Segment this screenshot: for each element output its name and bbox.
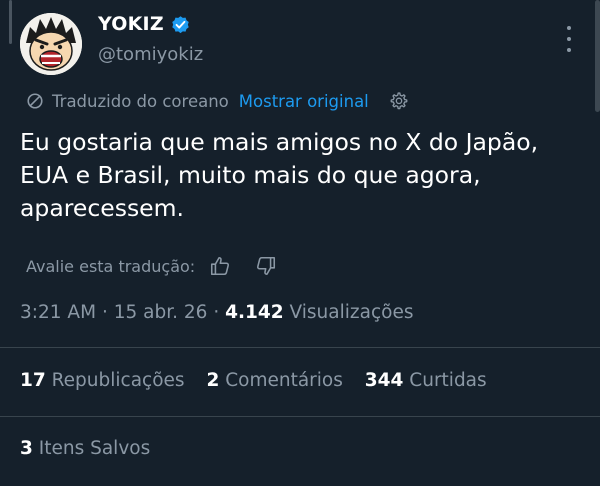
thumbs-down-icon[interactable] <box>255 255 277 277</box>
more-options-button[interactable] <box>561 26 577 52</box>
comments-stat[interactable]: 2 Comentários <box>206 370 342 391</box>
avatar-cartoon-face-icon <box>20 13 82 75</box>
views-label: Visualizações <box>289 302 414 323</box>
more-vertical-icon <box>567 26 571 30</box>
more-dot <box>567 37 571 41</box>
likes-stat[interactable]: 344 Curtidas <box>365 370 487 391</box>
more-dot <box>567 48 571 52</box>
author-name-row[interactable]: YOKIZ <box>98 13 191 35</box>
engagement-stats: 17 Republicações 2 Comentários 344 Curti… <box>20 370 503 391</box>
translation-bar: Traduzido do coreano Mostrar original <box>26 89 409 113</box>
likes-label: Curtidas <box>409 370 487 391</box>
saves-stat[interactable]: 3 Itens Salvos <box>20 438 150 459</box>
post-meta: 3:21 AM · 15 abr. 26 · 4.142 Visualizaçõ… <box>20 302 413 323</box>
reposts-label: Republicações <box>51 370 185 391</box>
comments-count: 2 <box>206 370 220 391</box>
show-original-link[interactable]: Mostrar original <box>239 92 369 111</box>
author-display-name[interactable]: YOKIZ <box>98 13 164 35</box>
divider <box>0 416 600 417</box>
post-time[interactable]: 3:21 AM <box>20 302 96 323</box>
thread-connector-line <box>9 0 12 44</box>
translation-rating: Avalie esta tradução: <box>26 253 277 279</box>
verified-badge-icon <box>172 15 189 33</box>
gear-icon[interactable] <box>389 91 409 111</box>
author-handle[interactable]: @tomiyokiz <box>98 44 203 65</box>
scrollbar[interactable] <box>595 0 600 112</box>
reposts-stat[interactable]: 17 Republicações <box>20 370 185 391</box>
rating-label: Avalie esta tradução: <box>26 256 196 276</box>
post-text: Eu gostaria que mais amigos no X do Japã… <box>20 128 539 222</box>
reposts-count: 17 <box>20 370 46 391</box>
divider <box>0 347 600 348</box>
thumbs-up-icon[interactable] <box>209 255 231 277</box>
post-date[interactable]: 15 abr. 26 <box>114 302 208 323</box>
comments-label: Comentários <box>225 370 343 391</box>
views-count: 4.142 <box>225 302 284 323</box>
meta-separator: · <box>213 302 220 323</box>
saves-count: 3 <box>20 438 33 459</box>
likes-count: 344 <box>364 370 404 391</box>
translation-note: Traduzido do coreano <box>52 91 229 111</box>
avatar[interactable] <box>20 13 82 75</box>
meta-separator: · <box>101 302 108 323</box>
translate-icon <box>27 93 43 109</box>
saves-label: Itens Salvos <box>38 438 151 459</box>
